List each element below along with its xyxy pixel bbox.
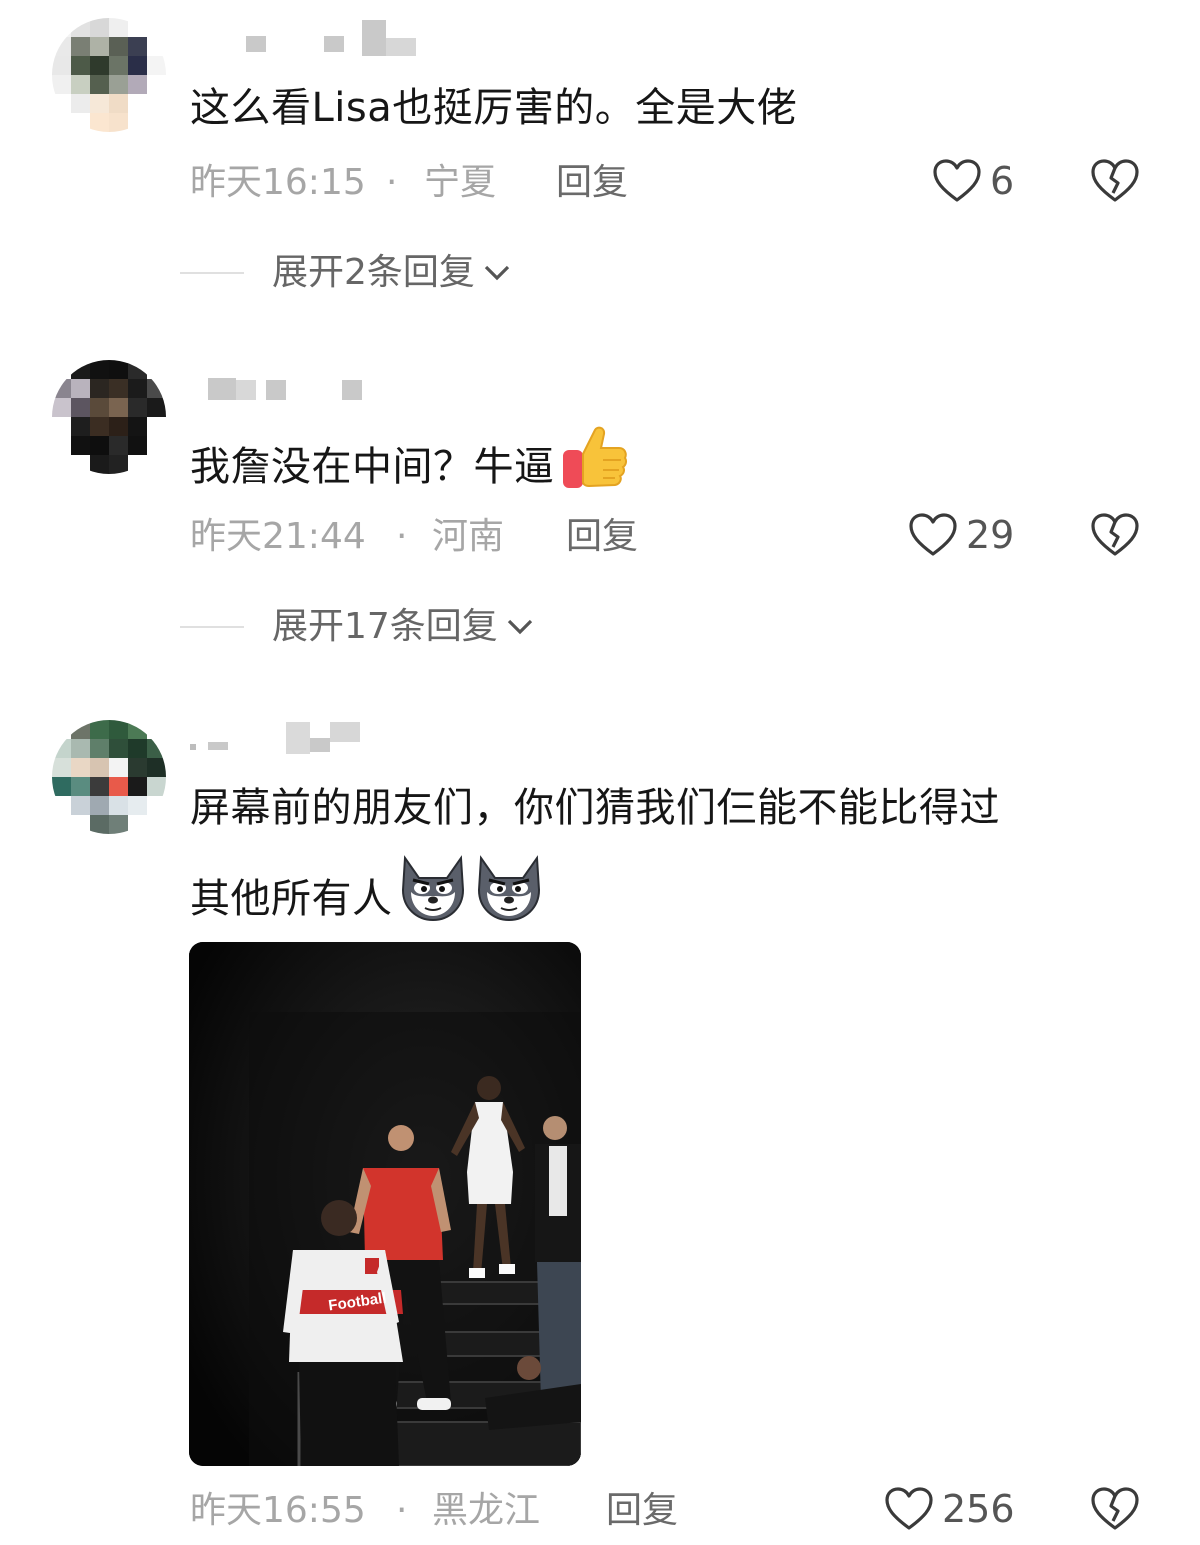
comment-region: 河南 [432,516,505,557]
heart-icon [885,1487,933,1530]
avatar[interactable] [52,360,166,474]
chevron-down-icon [484,265,510,281]
expand-replies-label: 展开2条回复 [272,252,475,293]
avatar[interactable] [52,18,166,132]
broken-heart-icon [1091,1487,1139,1530]
reply-button[interactable]: 回复 [566,512,638,562]
comment-list: 这么看Lisa也挺厉害的。全是大佬 昨天16:15 · 宁夏 回复 6 展开2条… [0,0,1200,1545]
chevron-down-icon [507,619,532,635]
expand-replies-label: 展开17条回复 [272,606,498,647]
comment-time: 昨天21:44 [190,516,366,557]
reply-button[interactable]: 回复 [556,158,628,208]
comment-text-body: 我詹没在中间？牛逼 [190,444,555,490]
expand-divider [180,272,244,274]
reply-button[interactable]: 回复 [606,1486,678,1536]
comment-time: 昨天16:55 [190,1490,366,1531]
dislike-button[interactable] [1090,1486,1140,1532]
expand-replies-button[interactable]: 展开17条回复 [180,602,536,652]
heart-icon [909,513,957,556]
husky-dog-face-icon [397,854,469,943]
like-button[interactable]: 29 [908,512,1014,558]
avatar[interactable] [52,720,166,834]
username-redacted[interactable] [190,20,430,56]
username-redacted[interactable] [190,722,390,754]
like-button[interactable]: 256 [884,1486,1015,1532]
meta-separator: · [396,516,408,557]
broken-heart-icon [1091,513,1139,556]
meta-separator: · [386,162,398,203]
expand-divider [180,626,244,628]
comment-text: 这么看Lisa也挺厉害的。全是大佬 [190,85,798,131]
comment-region: 宁夏 [424,162,497,203]
athlete-black-jacket [535,1116,581,1402]
comment-text: 屏幕前的朋友们，你们猜我们仨能不能比得过 其他所有人 [190,776,1170,924]
comment-text-body: 其他所有人 [190,876,393,922]
comment-time: 昨天16:15 [190,162,366,203]
meta-separator: · [396,1490,408,1531]
athletes-photo: Football [189,942,581,1466]
like-count: 6 [990,159,1015,203]
thumbs-up-icon [559,424,629,511]
dislike-button[interactable] [1090,512,1140,558]
heart-icon [933,159,981,202]
like-count: 29 [966,513,1015,557]
comment-text: 我詹没在中间？牛逼 [190,424,1150,511]
dislike-button[interactable] [1090,158,1140,204]
like-button[interactable]: 6 [932,158,1014,204]
comment-text-line: 其他所有人 [190,854,1170,924]
username-redacted[interactable] [190,378,390,400]
husky-dog-face-icon [473,854,545,943]
expand-replies-button[interactable]: 展开2条回复 [180,248,513,298]
comment-text-line: 屏幕前的朋友们，你们猜我们仨能不能比得过 [190,785,1000,831]
like-count: 256 [942,1487,1015,1531]
comment-image[interactable]: Football [189,942,581,1466]
broken-heart-icon [1091,159,1139,202]
comment-region: 黑龙江 [432,1490,541,1531]
